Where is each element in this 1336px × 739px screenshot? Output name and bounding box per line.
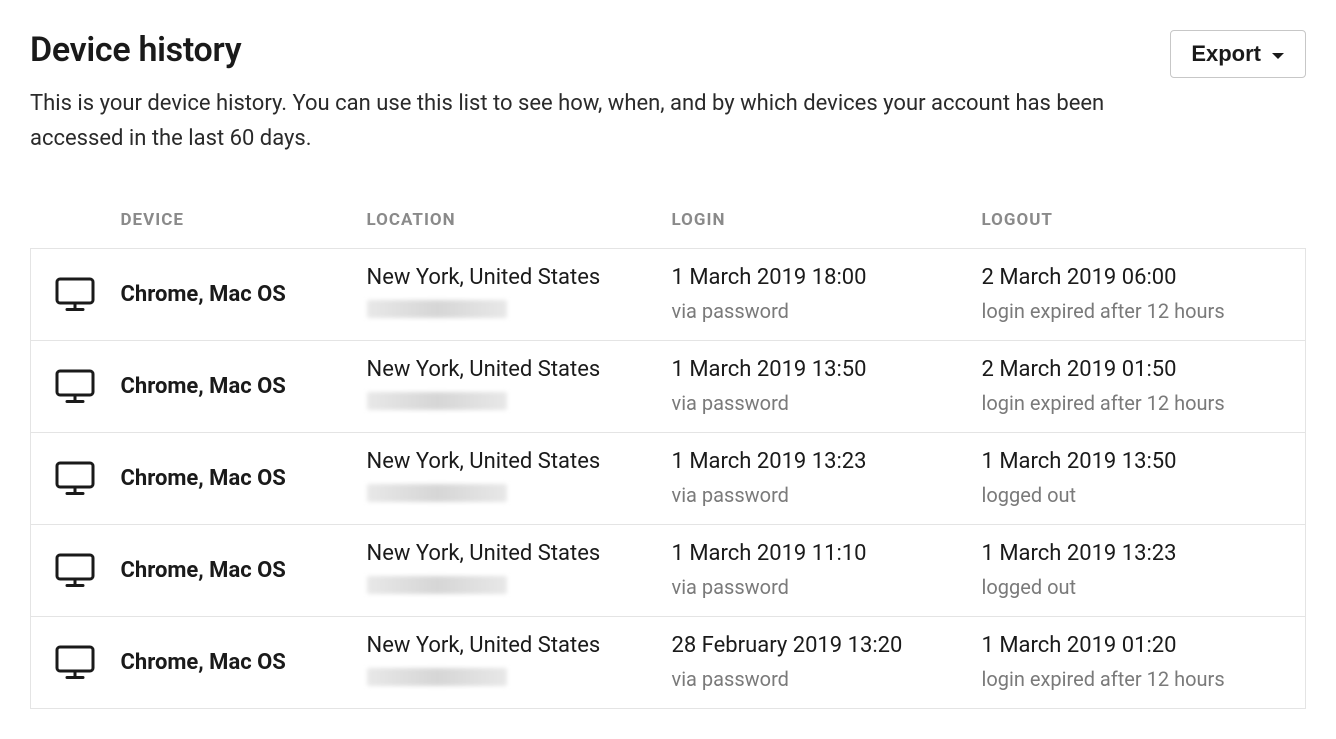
location-text: New York, United States (367, 261, 640, 294)
table-row: Chrome, Mac OS New York, United States 2… (31, 617, 1306, 709)
device-name: Chrome, Mac OS (121, 282, 286, 307)
table-row: Chrome, Mac OS New York, United States 1… (31, 433, 1306, 525)
logout-detail: login expired after 12 hours (982, 388, 1290, 418)
login-time: 1 March 2019 11:10 (672, 537, 950, 570)
login-method: via password (672, 572, 950, 602)
logout-time: 1 March 2019 13:50 (982, 445, 1290, 478)
logout-detail: login expired after 12 hours (982, 664, 1290, 694)
device-name: Chrome, Mac OS (121, 558, 286, 583)
location-text: New York, United States (367, 445, 640, 478)
location-text: New York, United States (367, 629, 640, 662)
redacted-ip (367, 392, 507, 410)
logout-time: 1 March 2019 13:23 (982, 537, 1290, 570)
device-name: Chrome, Mac OS (121, 374, 286, 399)
table-row: Chrome, Mac OS New York, United States 1… (31, 525, 1306, 617)
chevron-down-icon (1271, 41, 1285, 67)
login-method: via password (672, 664, 950, 694)
login-time: 28 February 2019 13:20 (672, 629, 950, 662)
logout-time: 1 March 2019 01:20 (982, 629, 1290, 662)
monitor-icon (55, 277, 111, 313)
table-row: Chrome, Mac OS New York, United States 1… (31, 341, 1306, 433)
device-name: Chrome, Mac OS (121, 650, 286, 675)
col-header-login: LOGIN (656, 196, 966, 249)
logout-time: 2 March 2019 01:50 (982, 353, 1290, 386)
monitor-icon (55, 369, 111, 405)
logout-detail: logged out (982, 572, 1290, 602)
redacted-ip (367, 668, 507, 686)
login-time: 1 March 2019 13:23 (672, 445, 950, 478)
login-time: 1 March 2019 18:00 (672, 261, 950, 294)
logout-detail: login expired after 12 hours (982, 296, 1290, 326)
redacted-ip (367, 300, 507, 318)
export-button[interactable]: Export (1170, 30, 1306, 78)
monitor-icon (55, 461, 111, 497)
login-method: via password (672, 480, 950, 510)
logout-time: 2 March 2019 06:00 (982, 261, 1290, 294)
col-header-icon (31, 196, 121, 249)
redacted-ip (367, 484, 507, 502)
device-history-table: DEVICE LOCATION LOGIN LOGOUT Chrome, Mac… (30, 196, 1306, 709)
monitor-icon (55, 645, 111, 681)
monitor-icon (55, 553, 111, 589)
table-row: Chrome, Mac OS New York, United States 1… (31, 249, 1306, 341)
table-header-row: DEVICE LOCATION LOGIN LOGOUT (31, 196, 1306, 249)
page-description: This is your device history. You can use… (30, 86, 1150, 156)
login-time: 1 March 2019 13:50 (672, 353, 950, 386)
logout-detail: logged out (982, 480, 1290, 510)
col-header-logout: LOGOUT (966, 196, 1306, 249)
col-header-device: DEVICE (121, 196, 351, 249)
login-method: via password (672, 388, 950, 418)
device-name: Chrome, Mac OS (121, 466, 286, 491)
login-method: via password (672, 296, 950, 326)
location-text: New York, United States (367, 353, 640, 386)
page-title: Device history (30, 30, 241, 70)
export-button-label: Export (1191, 41, 1261, 67)
col-header-location: LOCATION (351, 196, 656, 249)
location-text: New York, United States (367, 537, 640, 570)
redacted-ip (367, 576, 507, 594)
